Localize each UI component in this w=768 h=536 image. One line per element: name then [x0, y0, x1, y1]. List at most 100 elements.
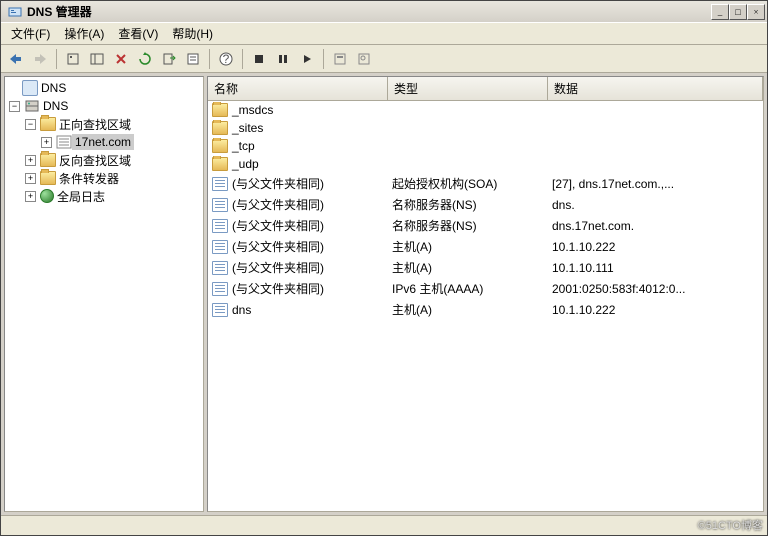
tree-global-log[interactable]: + 全局日志 — [7, 187, 201, 205]
tree-server[interactable]: − DNS — [7, 97, 201, 115]
help-button[interactable]: ? — [215, 48, 237, 70]
menu-help[interactable]: 帮助(H) — [166, 23, 219, 44]
folder-icon — [40, 117, 56, 131]
console-tree-button[interactable] — [86, 48, 108, 70]
list-item[interactable]: (与父文件夹相同)名称服务器(NS)dns. — [208, 194, 763, 215]
forward-button[interactable] — [29, 48, 51, 70]
watermark: ©51CTO博客 — [698, 517, 763, 533]
expander-icon[interactable]: − — [25, 119, 36, 130]
tree-panel: DNS − DNS − 正向查找区域 + 17net.com — [4, 76, 204, 512]
folder-icon — [212, 157, 228, 171]
record-icon — [212, 240, 228, 254]
expander-icon — [7, 83, 18, 94]
tree-root-dns[interactable]: DNS — [7, 79, 201, 97]
tree-reverse-zones[interactable]: + 反向查找区域 — [7, 151, 201, 169]
list-item[interactable]: (与父文件夹相同)IPv6 主机(AAAA)2001:0250:583f:401… — [208, 278, 763, 299]
pause-button[interactable] — [272, 48, 294, 70]
record-icon — [212, 219, 228, 233]
record-name: (与父文件夹相同) — [232, 175, 324, 192]
tree-zone-17net[interactable]: + 17net.com — [7, 133, 201, 151]
add-button[interactable] — [62, 48, 84, 70]
folder-icon — [212, 139, 228, 153]
refresh-button[interactable] — [134, 48, 156, 70]
record-name: dns — [232, 303, 251, 317]
record-data: 10.1.10.222 — [548, 239, 763, 255]
app-icon — [7, 4, 23, 20]
menu-bar: 文件(F) 操作(A) 查看(V) 帮助(H) — [1, 23, 767, 45]
menu-action[interactable]: 操作(A) — [58, 23, 110, 44]
separator — [242, 49, 243, 69]
menu-view[interactable]: 查看(V) — [112, 23, 164, 44]
record-data: 10.1.10.222 — [548, 302, 763, 318]
record-type: IPv6 主机(AAAA) — [388, 279, 548, 298]
delete-button[interactable] — [110, 48, 132, 70]
column-type[interactable]: 类型 — [388, 77, 548, 100]
record-data: 10.1.10.111 — [548, 260, 763, 276]
back-button[interactable] — [5, 48, 27, 70]
record-icon — [212, 177, 228, 191]
record-icon — [212, 261, 228, 275]
record-data: dns. — [548, 197, 763, 213]
record-type: 主机(A) — [388, 300, 548, 319]
list-item[interactable]: _msdcs — [208, 101, 763, 119]
globe-icon — [40, 189, 54, 203]
record-data — [548, 145, 763, 147]
window-controls: _ □ × — [711, 4, 765, 20]
dns-console-icon — [22, 80, 38, 96]
maximize-button[interactable]: □ — [729, 4, 747, 20]
content-area: DNS − DNS − 正向查找区域 + 17net.com — [1, 73, 767, 515]
folder-icon — [40, 153, 56, 167]
zone-icon — [56, 135, 72, 149]
record-type: 起始授权机构(SOA) — [388, 174, 548, 193]
column-data[interactable]: 数据 — [548, 77, 763, 100]
record-type — [388, 109, 548, 111]
stop-button[interactable] — [248, 48, 270, 70]
menu-file[interactable]: 文件(F) — [5, 23, 56, 44]
record-name: _msdcs — [232, 103, 273, 117]
record-data: 2001:0250:583f:4012:0... — [548, 281, 763, 297]
list-item[interactable]: (与父文件夹相同) 主机(A)10.1.10.111 — [208, 257, 763, 278]
folder-icon — [212, 121, 228, 135]
separator — [56, 49, 57, 69]
close-button[interactable]: × — [747, 4, 765, 20]
expander-icon[interactable]: − — [9, 101, 20, 112]
svg-text:?: ? — [223, 52, 230, 66]
record-data: [27], dns.17net.com.,... — [548, 176, 763, 192]
record-data — [548, 127, 763, 129]
record-type: 主机(A) — [388, 258, 548, 277]
list-item[interactable]: _tcp — [208, 137, 763, 155]
window-title: DNS 管理器 — [27, 3, 711, 20]
expander-icon[interactable]: + — [25, 155, 36, 166]
list-item[interactable]: (与父文件夹相同)主机(A)10.1.10.222 — [208, 236, 763, 257]
toolbar: ? — [1, 45, 767, 73]
record-data — [548, 163, 763, 165]
list-body: _msdcs _sites _tcp_udp (与父文件夹相同) 起始授权机构(SOA)… — [208, 101, 763, 511]
tree-conditional-forwarders[interactable]: + 条件转发器 — [7, 169, 201, 187]
tree-forward-zones[interactable]: − 正向查找区域 — [7, 115, 201, 133]
properties-button[interactable] — [182, 48, 204, 70]
minimize-button[interactable]: _ — [711, 4, 729, 20]
list-item[interactable]: _udp — [208, 155, 763, 173]
record-data — [548, 109, 763, 111]
list-item[interactable]: dns 主机(A)10.1.10.222 — [208, 299, 763, 320]
list-header: 名称 类型 数据 — [208, 77, 763, 101]
separator — [323, 49, 324, 69]
record-type — [388, 127, 548, 129]
record-icon — [212, 282, 228, 296]
expander-icon[interactable]: + — [41, 137, 52, 148]
filter-button[interactable] — [329, 48, 351, 70]
expander-icon[interactable]: + — [25, 173, 36, 184]
export-button[interactable] — [158, 48, 180, 70]
record-name: (与父文件夹相同) — [232, 259, 324, 276]
record-data: dns.17net.com. — [548, 218, 763, 234]
expander-icon[interactable]: + — [25, 191, 36, 202]
list-item[interactable]: (与父文件夹相同)名称服务器(NS)dns.17net.com. — [208, 215, 763, 236]
list-item[interactable]: (与父文件夹相同) 起始授权机构(SOA)[27], dns.17net.com.… — [208, 173, 763, 194]
record-name: _sites — [232, 121, 263, 135]
list-item[interactable]: _sites — [208, 119, 763, 137]
record-name: (与父文件夹相同) — [232, 196, 324, 213]
play-button[interactable] — [296, 48, 318, 70]
find-button[interactable] — [353, 48, 375, 70]
column-name[interactable]: 名称 — [208, 77, 388, 100]
separator — [209, 49, 210, 69]
